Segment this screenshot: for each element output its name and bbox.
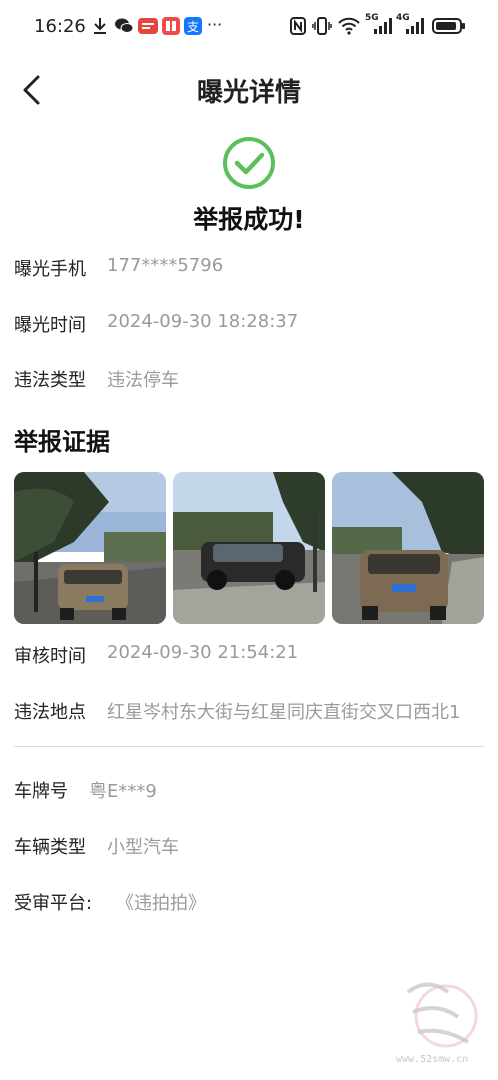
platform-label: 受审平台: <box>14 893 93 914</box>
phone-label: 曝光手机 <box>14 259 86 280</box>
more-icon: ··· <box>207 15 223 34</box>
alipay-icon: 支 <box>184 17 202 35</box>
violation-type-value: 违法停车 <box>107 370 179 391</box>
check-circle-icon <box>223 137 275 189</box>
plate-value: 粤E***9 <box>89 781 157 802</box>
evidence-photo-3[interactable] <box>332 472 484 624</box>
platform-value: 《违拍拍》 <box>116 893 206 914</box>
svg-text:支: 支 <box>187 20 199 34</box>
review-time-value: 2024-09-30 21:54:21 <box>107 642 299 663</box>
status-bar: 16:26 支 ··· 5G 4G <box>0 0 498 56</box>
status-time: 16:26 <box>34 16 86 37</box>
nfc-icon <box>290 17 306 35</box>
review-time-label: 审核时间 <box>14 646 86 667</box>
divider <box>14 746 484 747</box>
violation-location-value: 红星岑村东大街与红星同庆直街交叉口西北1 <box>107 702 461 723</box>
watermark-site: www.52smw.cn <box>396 1054 469 1065</box>
wechat-icon <box>115 18 134 33</box>
plate-label: 车牌号 <box>14 781 68 802</box>
success-message: 举报成功! <box>193 205 305 234</box>
wifi-icon <box>338 17 360 35</box>
evidence-title: 举报证据 <box>14 428 110 456</box>
signal-4g-icon <box>406 18 424 34</box>
evidence-photo-2[interactable] <box>173 472 325 624</box>
signal-5g-icon <box>374 18 392 34</box>
vibrate-icon <box>312 17 332 35</box>
phone-value: 177****5796 <box>107 255 224 276</box>
vehicle-type-value: 小型汽车 <box>107 837 179 858</box>
exposure-time-value: 2024-09-30 18:28:37 <box>107 311 299 332</box>
exposure-time-label: 曝光时间 <box>14 315 86 336</box>
violation-location-label: 违法地点 <box>14 702 86 723</box>
violation-type-label: 违法类型 <box>14 370 86 391</box>
watermark-logo <box>406 982 478 1048</box>
book-icon <box>162 17 180 35</box>
battery-icon <box>432 18 465 34</box>
evidence-photo-1[interactable] <box>14 472 166 624</box>
page-title: 曝光详情 <box>196 78 301 108</box>
vehicle-type-label: 车辆类型 <box>14 837 86 858</box>
weibo-icon <box>138 18 158 34</box>
download-icon <box>94 18 106 34</box>
